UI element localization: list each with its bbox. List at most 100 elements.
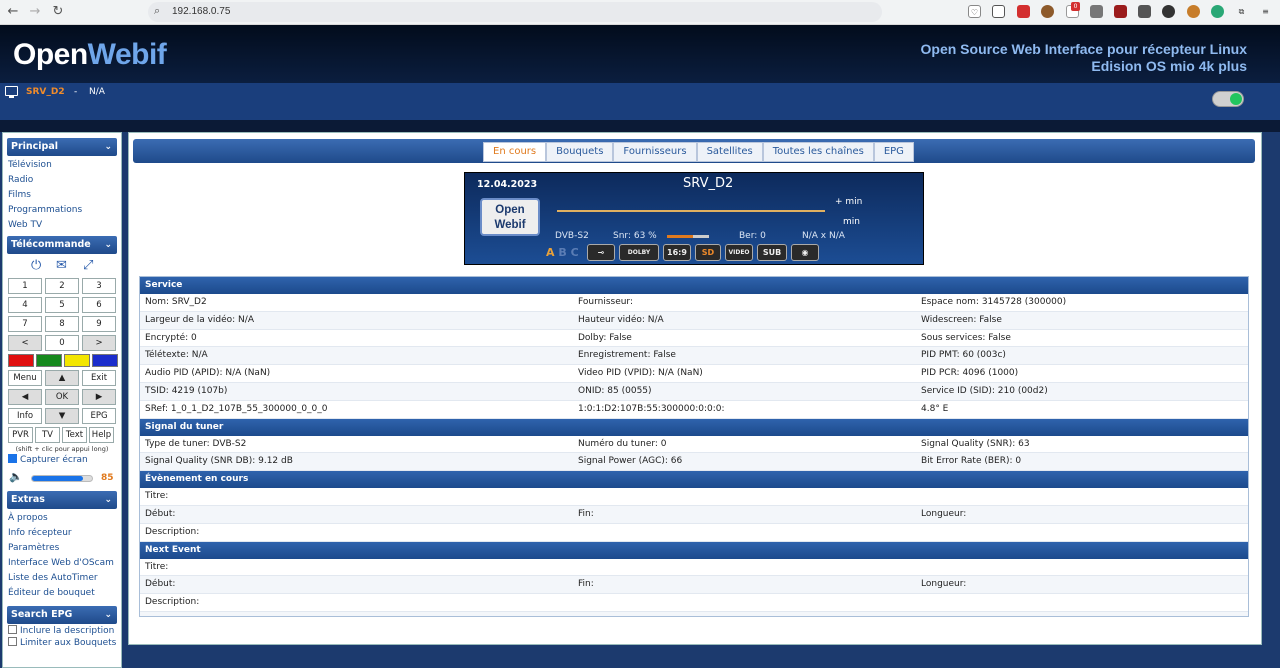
include-description-checkbox[interactable]: [8, 625, 17, 634]
right-key[interactable]: ▶: [82, 389, 116, 405]
fullscreen-icon[interactable]: ⤢: [83, 258, 93, 273]
sidebar-item-autotimer[interactable]: Liste des AutoTimer: [8, 571, 121, 586]
volume-slider[interactable]: [31, 475, 93, 482]
key-prev[interactable]: <: [8, 335, 42, 351]
back-icon[interactable]: ←: [4, 3, 22, 21]
menu-icon[interactable]: ≡: [1259, 5, 1272, 18]
sidebar-item-oscam[interactable]: Interface Web d'OScam: [8, 556, 121, 571]
down-key[interactable]: ▼: [45, 408, 79, 424]
tv-key[interactable]: TV: [35, 427, 60, 443]
message-icon[interactable]: ✉: [56, 258, 67, 273]
openwebif-logo[interactable]: OpenWebif: [13, 38, 167, 72]
key-6[interactable]: 6: [82, 297, 116, 313]
exit-key[interactable]: Exit: [82, 370, 116, 386]
search-epg-header[interactable]: Search EPG ⌄: [7, 606, 117, 624]
extension-cookie-icon[interactable]: [1041, 5, 1054, 18]
table-cell: PID PCR: 4096 (1000): [921, 368, 1019, 379]
key-8[interactable]: 8: [45, 316, 79, 332]
pvr-key[interactable]: PVR: [8, 427, 33, 443]
tab-fournisseurs[interactable]: Fournisseurs: [613, 142, 697, 162]
key-4[interactable]: 4: [8, 297, 42, 313]
sidebar-item-television[interactable]: Télévision: [8, 158, 121, 173]
extension-puzzle-icon[interactable]: [1138, 5, 1151, 18]
yellow-key[interactable]: [64, 354, 90, 367]
tab-en-cours[interactable]: En cours: [483, 142, 547, 162]
table-cell: Enregistrement: False: [578, 350, 676, 361]
red-key[interactable]: [8, 354, 34, 367]
power-icon[interactable]: ⏻: [31, 258, 41, 273]
info-key[interactable]: Info: [8, 408, 42, 424]
current-event: N/A: [89, 87, 105, 97]
volume-control: 🔈 85: [3, 469, 121, 487]
sidebar-item-webtv[interactable]: Web TV: [8, 218, 121, 233]
capture-checkbox[interactable]: [8, 454, 17, 463]
key-next[interactable]: >: [82, 335, 116, 351]
current-channel-link[interactable]: SRV_D2: [26, 87, 65, 97]
green-key[interactable]: [36, 354, 62, 367]
menu-key[interactable]: Menu: [8, 370, 42, 386]
table-row: Télétexte: N/A Enregistrement: False PID P…: [140, 347, 1248, 366]
table-cell: Sous services: False: [921, 332, 1011, 343]
key-5[interactable]: 5: [45, 297, 79, 313]
volume-value: 85: [101, 473, 114, 483]
tab-toutes-les-chaines[interactable]: Toutes les chaînes: [762, 142, 874, 162]
left-key[interactable]: ◀: [8, 389, 42, 405]
sidebar-item-receiver-info[interactable]: Info récepteur: [8, 526, 121, 541]
sidebar-item-radio[interactable]: Radio: [8, 173, 121, 188]
reload-icon[interactable]: ↻: [49, 3, 67, 21]
key-9[interactable]: 9: [82, 316, 116, 332]
status-strip: SRV_D2 - N/A: [0, 83, 1280, 120]
record-icon: ◉: [791, 244, 819, 261]
current-event-time-row: Début: Fin: Longueur:: [140, 506, 1248, 524]
tab-bouquets[interactable]: Bouquets: [546, 142, 614, 162]
epg-key[interactable]: EPG: [82, 408, 116, 424]
sidebar-item-settings[interactable]: Paramètres: [8, 541, 121, 556]
sidebar-item-about[interactable]: À propos: [8, 511, 121, 526]
window-icon[interactable]: [992, 5, 1005, 18]
table-cell: Espace nom: 3145728 (300000): [921, 297, 1067, 307]
text-key[interactable]: Text: [62, 427, 87, 443]
pocket-icon[interactable]: ♡: [968, 5, 981, 18]
sidebar-item-programmations[interactable]: Programmations: [8, 203, 121, 218]
key-0[interactable]: 0: [45, 335, 79, 351]
key-3[interactable]: 3: [82, 278, 116, 294]
extension-people-icon[interactable]: [1162, 5, 1175, 18]
extension-red-icon[interactable]: [1017, 5, 1030, 18]
address-bar[interactable]: ⌕ 192.168.0.75: [148, 2, 882, 22]
include-description-option[interactable]: Inclure la description: [3, 625, 121, 637]
tagline-line-1: Open Source Web Interface pour récepteur…: [920, 41, 1247, 57]
ok-key[interactable]: OK: [45, 389, 79, 405]
tab-epg[interactable]: EPG: [873, 142, 914, 162]
key-7[interactable]: 7: [8, 316, 42, 332]
extension-fox-icon[interactable]: [1187, 5, 1200, 18]
up-key[interactable]: ▲: [45, 370, 79, 386]
forward-icon[interactable]: →: [26, 3, 44, 21]
limit-bouquets-checkbox[interactable]: [8, 637, 17, 646]
capture-label: Capturer écran: [20, 455, 88, 465]
extension-reader-icon[interactable]: [1090, 5, 1103, 18]
tab-satellites[interactable]: Satellites: [696, 142, 763, 162]
next-event-title-row: Titre:: [140, 558, 1248, 577]
table-cell: Type de tuner: DVB-S2: [145, 438, 247, 449]
tv-icon: [5, 86, 18, 98]
theme-toggle[interactable]: [1212, 91, 1244, 107]
help-key[interactable]: Help: [89, 427, 114, 443]
chevron-down-icon: ⌄: [104, 610, 112, 620]
blue-key[interactable]: [92, 354, 118, 367]
speaker-icon[interactable]: 🔈: [9, 470, 23, 483]
extension-green-icon[interactable]: [1211, 5, 1224, 18]
sidebar-item-films[interactable]: Films: [8, 188, 121, 203]
limit-bouquets-option[interactable]: Limiter aux Bouquets: [3, 637, 121, 649]
service-section-title: Service: [140, 277, 1248, 294]
remote-header[interactable]: Télécommande ⌄: [7, 236, 117, 254]
ublock-icon[interactable]: [1114, 5, 1127, 18]
key-2[interactable]: 2: [45, 278, 79, 294]
extensions-icon[interactable]: ⧉: [1235, 5, 1248, 18]
principal-header[interactable]: Principal ⌄: [7, 138, 117, 156]
capture-screen-option[interactable]: Capturer écran: [3, 453, 121, 467]
sidebar-item-bouquet-editor[interactable]: Éditeur de bouquet: [8, 586, 121, 601]
key-1[interactable]: 1: [8, 278, 42, 294]
extras-header[interactable]: Extras ⌄: [7, 491, 117, 509]
table-cell: Nom: SRV_D2: [145, 297, 207, 307]
table-cell: Video PID (VPID): N/A (NaN): [578, 368, 703, 379]
